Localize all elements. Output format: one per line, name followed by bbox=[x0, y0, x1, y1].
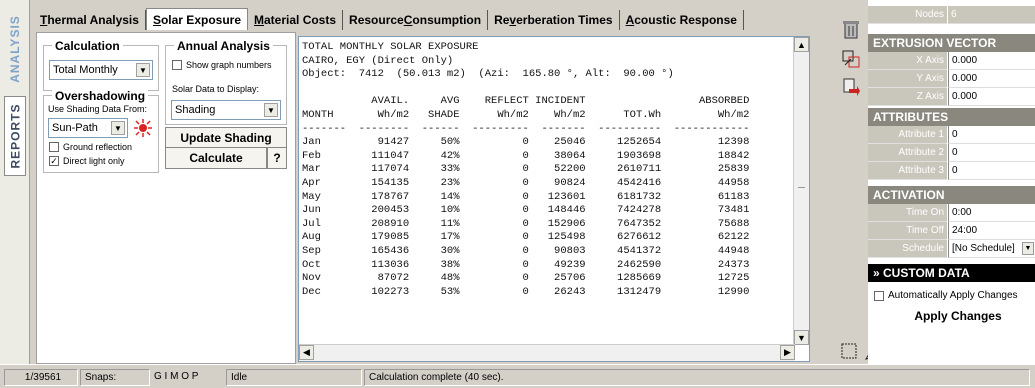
status-message: Calculation complete (40 sec). bbox=[364, 369, 1030, 386]
checkbox-box-checked[interactable]: ✓ bbox=[49, 156, 59, 166]
apply-changes-button[interactable]: Apply Changes bbox=[898, 306, 1018, 326]
time-on-row: Time On 0:00 bbox=[868, 204, 1035, 222]
time-off-field[interactable]: 24:00 bbox=[948, 222, 1035, 240]
schedule-select[interactable]: [No Schedule] ▼ bbox=[948, 240, 1035, 258]
extrusion-vector-heading: EXTRUSION VECTOR bbox=[868, 34, 1035, 52]
overshadowing-title: Overshadowing bbox=[52, 89, 149, 103]
x-axis-field[interactable]: 0.000 bbox=[948, 52, 1035, 70]
scroll-down-icon[interactable]: ▼ bbox=[794, 330, 809, 345]
status-coords: 1/39561 bbox=[4, 369, 78, 386]
tab-material-costs[interactable]: Material Costs bbox=[248, 10, 344, 30]
chevron-down-icon: ▼ bbox=[264, 103, 278, 117]
y-axis-field[interactable]: 0.000 bbox=[948, 70, 1035, 88]
checkbox-box[interactable] bbox=[49, 142, 59, 152]
nodes-row: Nodes 6 bbox=[868, 6, 1035, 24]
y-axis-row: Y Axis 0.000 bbox=[868, 70, 1035, 88]
chevron-down-icon: ▼ bbox=[136, 63, 150, 77]
x-axis-row: X Axis 0.000 bbox=[868, 52, 1035, 70]
time-on-field[interactable]: 0:00 bbox=[948, 204, 1035, 222]
trash-icon[interactable] bbox=[840, 18, 862, 40]
time-off-row: Time Off 24:00 bbox=[868, 222, 1035, 240]
annual-analysis-title: Annual Analysis bbox=[174, 39, 273, 53]
schedule-row: Schedule [No Schedule] ▼ bbox=[868, 240, 1035, 258]
attribute-1-row: Attribute 1 0 bbox=[868, 126, 1035, 144]
solar-settings-panel: Calculation Total Monthly ▼ Annual Analy… bbox=[36, 32, 296, 364]
vertical-scrollbar[interactable]: ▲ ▼ bbox=[793, 37, 809, 345]
status-snap-flags[interactable]: G I M O P bbox=[150, 369, 234, 386]
status-mode: Idle bbox=[226, 369, 362, 386]
solar-data-label: Solar Data to Display: bbox=[172, 84, 260, 94]
checkbox-box[interactable] bbox=[172, 60, 182, 70]
attribute-3-field[interactable]: 0 bbox=[948, 162, 1035, 180]
tab-thermal-analysis[interactable]: Thermal Analysis bbox=[34, 10, 146, 30]
z-axis-field[interactable]: 0.000 bbox=[948, 88, 1035, 106]
help-button[interactable]: ? bbox=[267, 147, 287, 169]
direct-light-only-checkbox[interactable]: ✓ Direct light only bbox=[49, 156, 125, 166]
calculation-title: Calculation bbox=[52, 39, 123, 53]
calculation-group: Calculation Total Monthly ▼ bbox=[43, 39, 159, 91]
export-icon[interactable] bbox=[840, 76, 862, 98]
side-tab-strip: ANALYSIS REPORTS bbox=[0, 0, 30, 364]
attribute-3-row: Attribute 3 0 bbox=[868, 162, 1035, 180]
scroll-up-icon[interactable]: ▲ bbox=[794, 37, 809, 52]
sun-settings-icon[interactable] bbox=[132, 117, 154, 139]
attributes-heading: ATTRIBUTES bbox=[868, 108, 1035, 126]
custom-data-heading[interactable]: » CUSTOM DATA bbox=[868, 264, 1035, 282]
properties-panel: Nodes 6 EXTRUSION VECTOR X Axis 0.000 Y … bbox=[868, 0, 1035, 364]
update-shading-button[interactable]: Update Shading bbox=[165, 127, 287, 149]
transform-icon[interactable] bbox=[840, 48, 862, 70]
results-text: TOTAL MONTHLY SOLAR EXPOSURE CAIRO, EGY … bbox=[302, 41, 750, 298]
attribute-1-field[interactable]: 0 bbox=[948, 126, 1035, 144]
analysis-tab-bar: Thermal Analysis Solar Exposure Material… bbox=[34, 8, 830, 30]
calculation-type-select[interactable]: Total Monthly ▼ bbox=[49, 60, 153, 80]
nodes-value: 6 bbox=[948, 6, 1035, 24]
status-bar: 1/39561 Snaps: G I M O P Idle Calculatio… bbox=[0, 364, 1035, 388]
tab-solar-exposure[interactable]: Solar Exposure bbox=[145, 8, 248, 30]
solar-data-select[interactable]: Shading ▼ bbox=[171, 100, 281, 120]
status-snaps-label: Snaps: bbox=[80, 369, 150, 386]
shading-source-select[interactable]: Sun-Path ▼ bbox=[48, 118, 128, 138]
chevron-down-icon: ▼ bbox=[111, 121, 125, 135]
tab-acoustic-response[interactable]: Acoustic Response bbox=[620, 10, 744, 30]
side-tab-reports[interactable]: REPORTS bbox=[4, 96, 26, 176]
ground-reflection-checkbox[interactable]: Ground reflection bbox=[49, 142, 132, 152]
show-graph-numbers-checkbox[interactable]: Show graph numbers bbox=[172, 60, 272, 70]
scroll-right-icon[interactable]: ▶ bbox=[780, 345, 795, 360]
tab-resource-consumption[interactable]: Resource Consumption bbox=[343, 10, 489, 30]
z-axis-row: Z Axis 0.000 bbox=[868, 88, 1035, 106]
auto-apply-checkbox[interactable]: Automatically Apply Changes bbox=[874, 290, 1018, 301]
checkbox-box[interactable] bbox=[874, 290, 884, 301]
results-text-area[interactable]: TOTAL MONTHLY SOLAR EXPOSURE CAIRO, EGY … bbox=[298, 36, 810, 362]
chevron-down-icon: ▼ bbox=[1022, 242, 1034, 255]
scroll-grip bbox=[798, 187, 805, 188]
attribute-2-row: Attribute 2 0 bbox=[868, 144, 1035, 162]
annual-analysis-group: Annual Analysis Show graph numbers Solar… bbox=[165, 39, 287, 125]
attribute-2-field[interactable]: 0 bbox=[948, 144, 1035, 162]
select-box-icon[interactable] bbox=[838, 340, 860, 362]
shading-data-label: Use Shading Data From: bbox=[48, 104, 148, 114]
side-tab-analysis[interactable]: ANALYSIS bbox=[4, 6, 26, 92]
scroll-left-icon[interactable]: ◀ bbox=[299, 345, 314, 360]
overshadowing-group: Overshadowing Use Shading Data From: Sun… bbox=[43, 89, 159, 173]
horizontal-scrollbar[interactable]: ◀ ▶ bbox=[299, 344, 795, 361]
tab-reverberation-times[interactable]: Re v erberation Times bbox=[488, 10, 620, 30]
activation-heading: ACTIVATION bbox=[868, 186, 1035, 204]
calculate-button[interactable]: Calculate bbox=[165, 147, 267, 169]
